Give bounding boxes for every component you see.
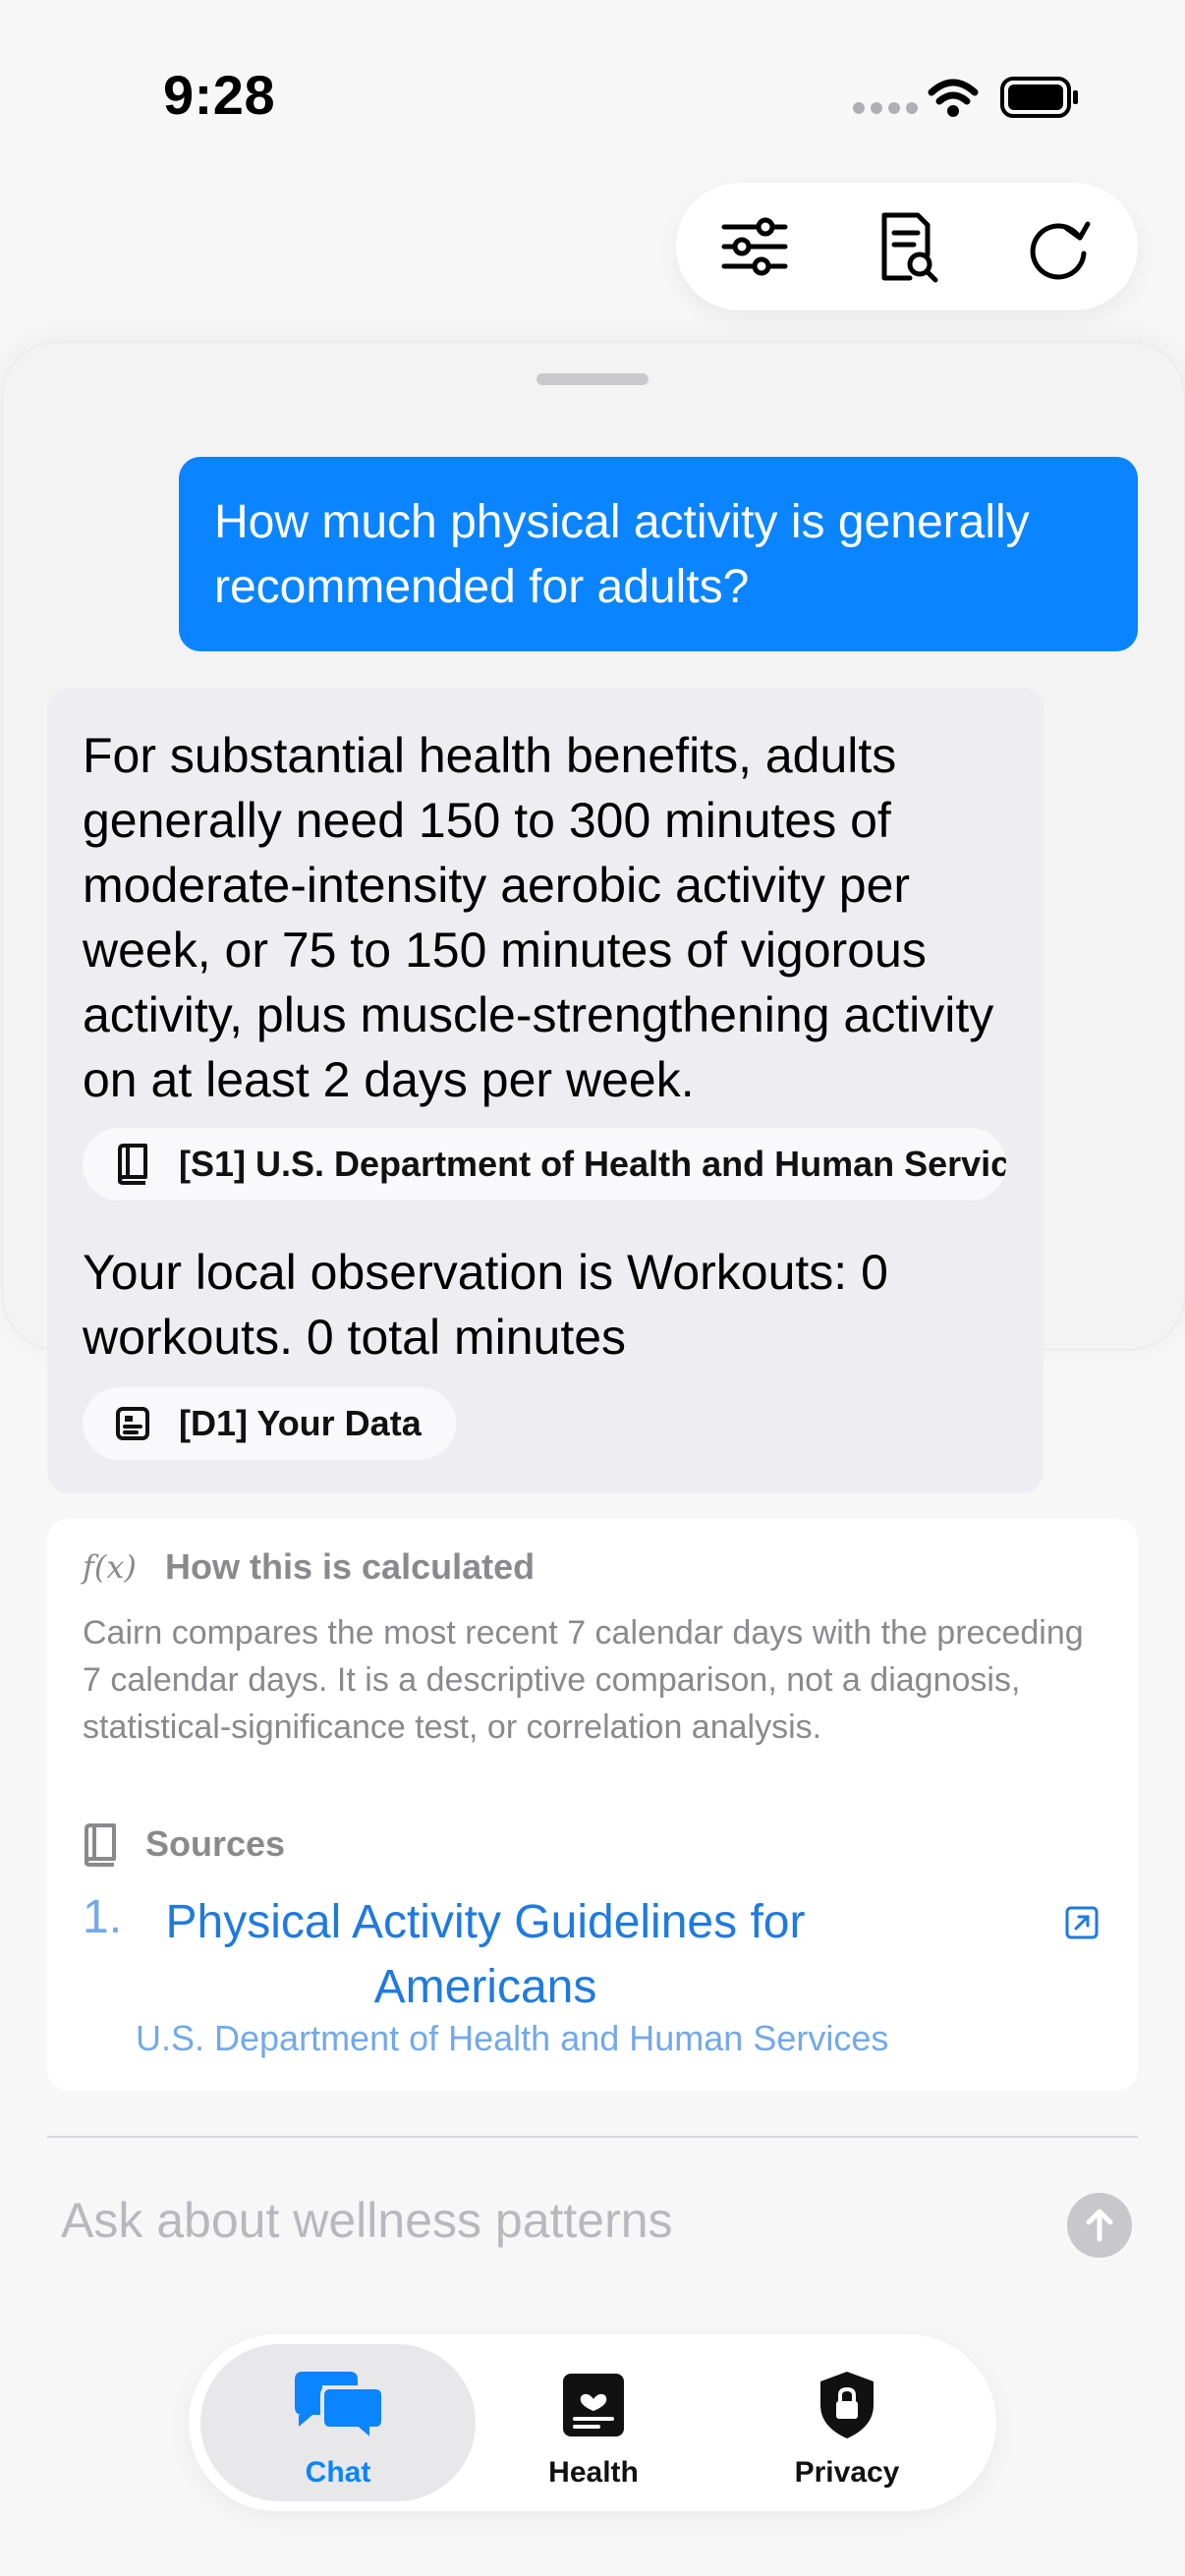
cellular-signal-icon (853, 102, 918, 114)
external-link-icon[interactable] (1065, 1906, 1099, 1939)
tab-privacy[interactable]: Privacy (709, 2344, 985, 2501)
lock-shield-icon (820, 2372, 874, 2438)
citation-chip-d1[interactable]: [D1] Your Data (83, 1387, 456, 1460)
tab-chat[interactable]: Chat (200, 2344, 476, 2501)
tab-bar: Chat Health Privacy (189, 2334, 996, 2511)
calculation-description: Cairn compares the most recent 7 calenda… (83, 1614, 1084, 1746)
source-number: 1. (83, 1891, 123, 1943)
document-search-icon[interactable] (868, 207, 946, 286)
health-record-icon (563, 2374, 624, 2436)
send-button[interactable] (1067, 2193, 1132, 2258)
book-icon (112, 1144, 153, 1185)
sources-title: Sources (145, 1823, 286, 1864)
sliders-icon[interactable] (715, 207, 794, 286)
wifi-icon (928, 79, 979, 105)
tab-label: Chat (305, 2456, 371, 2489)
calculation-title: How this is calculated (165, 1546, 536, 1587)
assistant-paragraph: For substantial health benefits, adults … (83, 728, 994, 1107)
assistant-message-bubble: For substantial health benefits, adults … (47, 688, 1044, 1493)
calculation-sources-card: f(x) How this is calculated Cairn compar… (47, 1519, 1138, 2091)
arrow-up-icon (1086, 2209, 1113, 2242)
function-icon: f(x) (83, 1548, 137, 1586)
source-link[interactable]: Physical Activity Guidelines for America… (141, 1890, 829, 2020)
assistant-paragraph: Your local observation is Workouts: 0 wo… (83, 1245, 888, 1365)
data-card-icon (112, 1403, 153, 1444)
chat-bubbles-icon (295, 2372, 385, 2444)
sheet-grabber[interactable] (536, 373, 649, 385)
book-icon (83, 1823, 118, 1867)
citation-chip-s1[interactable]: [S1] U.S. Department of Health and Human… (83, 1128, 1006, 1201)
tab-health[interactable]: Health (456, 2344, 731, 2501)
tab-label: Health (548, 2456, 639, 2489)
refresh-icon[interactable] (1020, 207, 1099, 286)
citation-label: [D1] Your Data (179, 1403, 422, 1443)
status-icons (847, 71, 1083, 124)
citation-label: [S1] U.S. Department of Health and Human… (179, 1144, 1006, 1184)
tab-label: Privacy (794, 2456, 900, 2489)
user-message-bubble: How much physical activity is generally … (179, 457, 1138, 651)
battery-icon (1000, 77, 1078, 118)
top-toolbar (676, 183, 1138, 310)
status-time: 9:28 (163, 64, 276, 126)
ask-input[interactable] (47, 2191, 1044, 2250)
composer-divider (47, 2136, 1138, 2138)
source-publisher: U.S. Department of Health and Human Serv… (136, 2018, 889, 2058)
